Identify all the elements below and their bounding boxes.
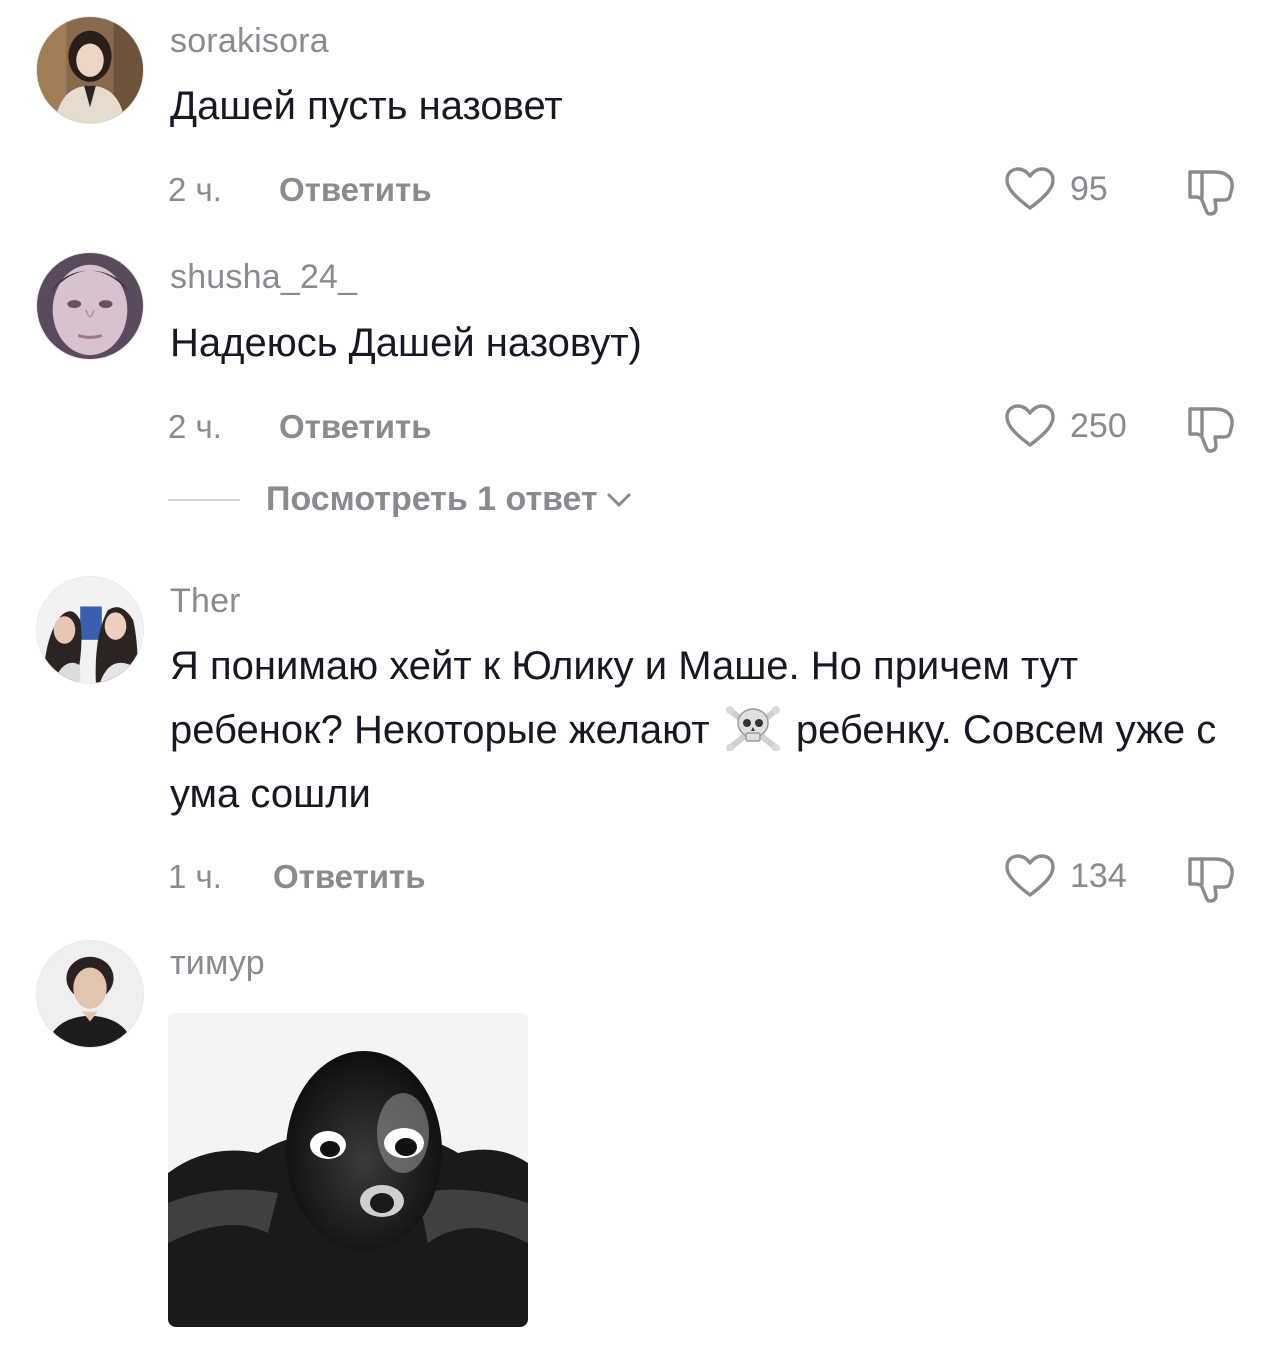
reply-button[interactable]: Ответить: [279, 171, 432, 209]
heart-icon: [1005, 167, 1055, 210]
user-avatar[interactable]: [36, 16, 144, 124]
comment-time: 1 ч.: [168, 858, 222, 895]
reply-button[interactable]: Ответить: [279, 408, 432, 446]
comment-username[interactable]: sorakisora: [170, 22, 329, 61]
view-replies-button[interactable]: Посмотреть 1 ответ: [168, 480, 632, 519]
chevron-down-icon: [607, 493, 631, 506]
thumbs-down-icon[interactable]: [1184, 401, 1238, 455]
replies-divider: [168, 498, 240, 501]
comment-text: Я понимаю хейт к Юлику и Маше. Но причем…: [170, 634, 1230, 826]
comment-time: 2 ч.: [168, 171, 222, 208]
like-button[interactable]: 95: [1004, 166, 1108, 212]
like-count: 95: [1070, 169, 1108, 208]
like-button[interactable]: 134: [1004, 853, 1127, 899]
comment-username[interactable]: shusha_24_: [170, 258, 357, 297]
comment-username[interactable]: Ther: [170, 582, 241, 621]
comment-image[interactable]: [168, 1013, 528, 1327]
thumbs-down-icon[interactable]: [1184, 164, 1238, 218]
like-count: 134: [1070, 856, 1127, 895]
thumbs-down-icon[interactable]: [1184, 851, 1238, 905]
view-replies-label: Посмотреть 1 ответ: [266, 480, 598, 518]
reply-button[interactable]: Ответить: [273, 858, 426, 896]
user-avatar[interactable]: [36, 576, 144, 684]
comment-text: Дашей пусть назовет: [170, 84, 563, 128]
user-avatar[interactable]: [36, 252, 144, 360]
like-count: 250: [1070, 406, 1127, 445]
like-button[interactable]: 250: [1004, 403, 1127, 449]
skull-and-crossbones-emoji: [725, 706, 780, 751]
heart-icon: [1005, 854, 1055, 897]
heart-icon: [1005, 404, 1055, 447]
comment-username[interactable]: тимур: [170, 944, 265, 983]
comment-text: Надеюсь Дашей назовут): [170, 321, 642, 365]
comment-time: 2 ч.: [168, 408, 222, 445]
user-avatar[interactable]: [36, 940, 144, 1048]
